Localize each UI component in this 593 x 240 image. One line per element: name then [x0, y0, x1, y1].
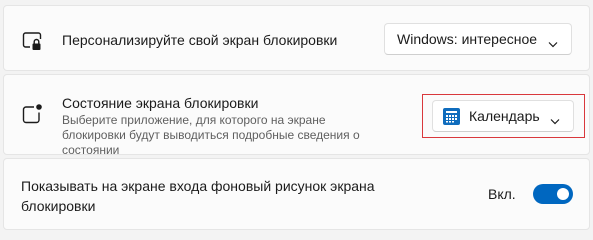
status-app-icon	[21, 103, 43, 125]
lock-screen-background-value: Windows: интересное	[397, 31, 538, 47]
lock-screen-icon	[21, 30, 43, 52]
toggle-knob	[557, 188, 569, 200]
chevron-down-icon	[548, 35, 558, 51]
toggle-state-label: Вкл.	[488, 186, 516, 202]
signin-background-toggle[interactable]	[533, 184, 573, 204]
chevron-down-icon	[550, 112, 560, 128]
lock-screen-status-value: Календарь	[469, 108, 540, 124]
lock-screen-personalize-card: Персонализируйте свой экран блокировки W…	[3, 5, 590, 71]
lock-screen-status-title: Состояние экрана блокировки	[62, 95, 259, 111]
signin-background-card: Показывать на экране входа фоновый рисун…	[3, 158, 590, 230]
lock-screen-status-description: Выберите приложение, для которого на экр…	[62, 113, 360, 157]
calendar-icon	[443, 108, 460, 125]
lock-screen-background-dropdown[interactable]: Windows: интересное	[384, 23, 572, 55]
signin-background-title: Показывать на экране входа фоновый рисун…	[21, 178, 375, 214]
lock-screen-status-card: Состояние экрана блокировки Выберите при…	[3, 74, 590, 157]
lock-screen-status-dropdown[interactable]: Календарь	[432, 100, 574, 132]
lock-screen-personalize-title: Персонализируйте свой экран блокировки	[62, 32, 338, 48]
